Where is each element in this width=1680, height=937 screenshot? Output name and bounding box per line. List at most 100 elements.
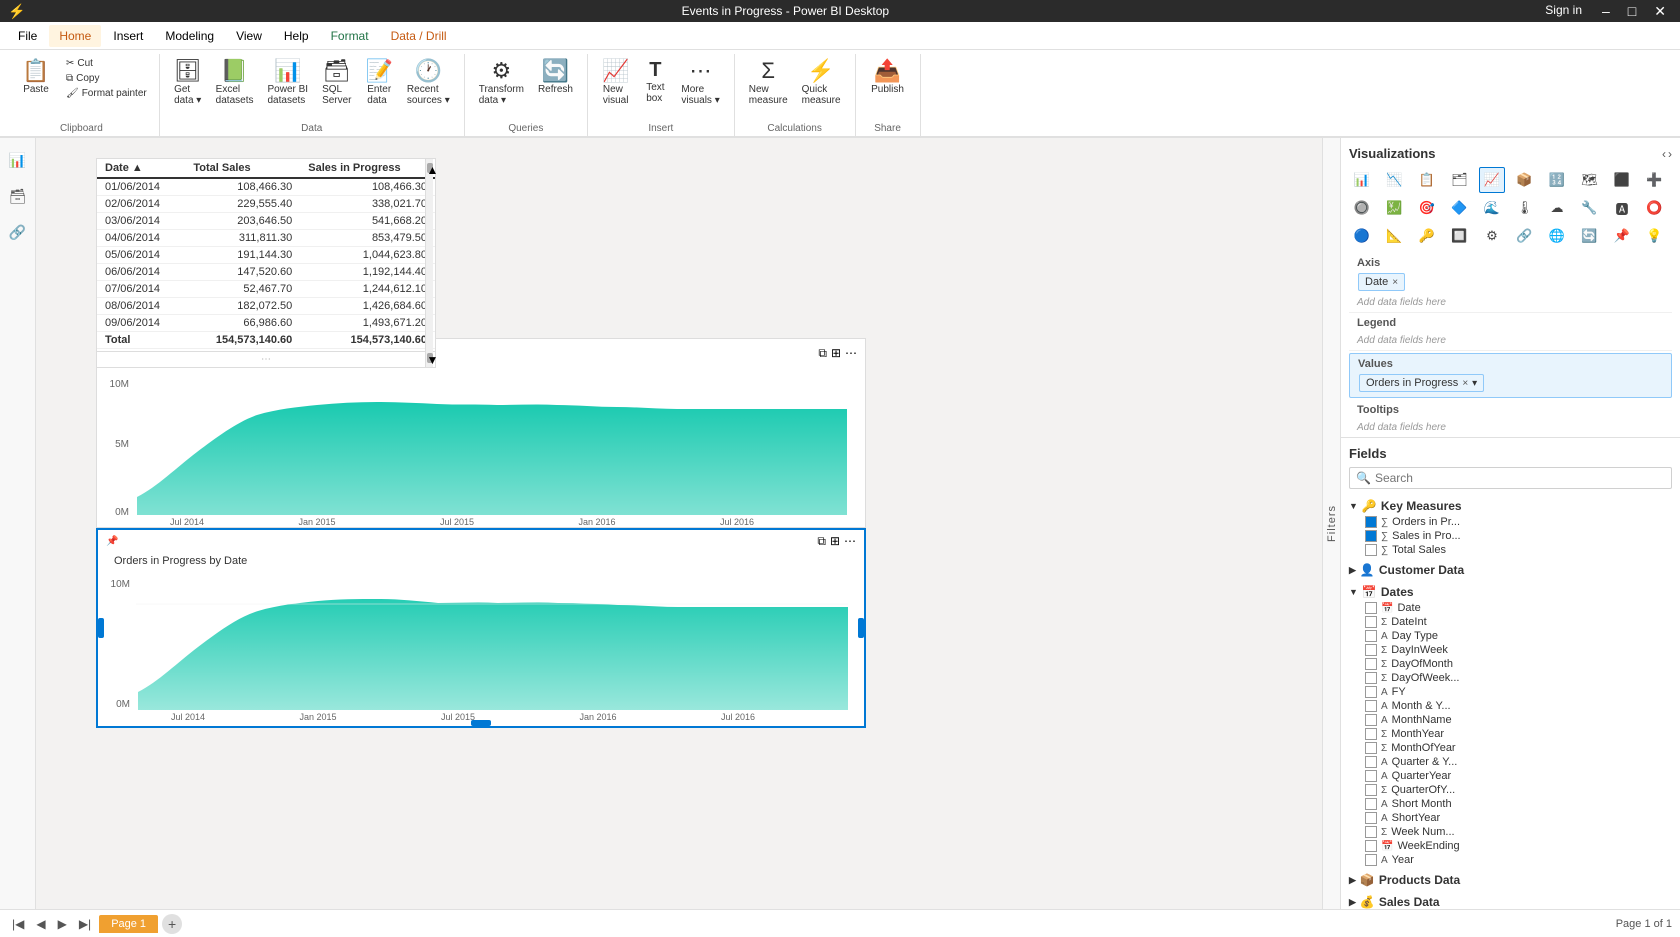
col-total-sales[interactable]: Total Sales [185,159,300,178]
fields-group-header-4[interactable]: ▶💰Sales Data [1349,893,1672,909]
page-tab-1[interactable]: Page 1 [99,915,158,933]
viz-icon-16[interactable]: ☁ [1544,195,1570,221]
viz-icon-7[interactable]: 🗺 [1577,167,1603,193]
menu-modeling[interactable]: Modeling [155,25,224,47]
field-item-2-3[interactable]: ΣDayInWeek [1349,643,1672,657]
more-visuals-button[interactable]: ⋯ Morevisuals ▾ [675,56,725,110]
field-item-2-6[interactable]: AFY [1349,685,1672,699]
viz-icon-20[interactable]: 🔵 [1349,223,1375,249]
field-checkbox-0-0[interactable] [1365,516,1377,528]
scrollbar-down[interactable]: ▼ [427,353,433,363]
copy-button[interactable]: ⧉ Copy [62,71,151,86]
viz-icon-19[interactable]: ⭕ [1642,195,1668,221]
field-item-2-12[interactable]: AQuarterYear [1349,769,1672,783]
viz-icon-24[interactable]: ⚙ [1479,223,1505,249]
field-checkbox-2-10[interactable] [1365,742,1377,754]
field-item-2-10[interactable]: ΣMonthOfYear [1349,741,1672,755]
viz-icon-11[interactable]: 💹 [1382,195,1408,221]
field-checkbox-2-15[interactable] [1365,812,1377,824]
field-item-2-1[interactable]: ΣDateInt [1349,615,1672,629]
field-item-2-14[interactable]: AShort Month [1349,797,1672,811]
menu-data-drill[interactable]: Data / Drill [381,25,457,47]
fields-group-header-3[interactable]: ▶📦Products Data [1349,871,1672,889]
viz-icon-0[interactable]: 📊 [1349,167,1375,193]
format-painter-button[interactable]: 🖌 Format painter [62,86,151,101]
sql-button[interactable]: 🗃 SQLServer [316,56,357,110]
cut-button[interactable]: ✂ Cut [62,56,151,71]
axis-date-remove[interactable]: × [1392,277,1398,288]
viz-icon-4[interactable]: 📈 [1479,167,1505,193]
field-checkbox-2-7[interactable] [1365,700,1377,712]
menu-home[interactable]: Home [49,25,101,47]
viz-icon-15[interactable]: 🌡 [1512,195,1538,221]
field-item-2-0[interactable]: 📅Date [1349,601,1672,615]
maximize-btn[interactable]: □ [1622,3,1642,20]
minimize-btn[interactable]: – [1596,3,1616,20]
chart1-more-icon[interactable]: ⋯ [845,346,857,361]
field-item-2-5[interactable]: ΣDayOfWeek... [1349,671,1672,685]
field-checkbox-2-16[interactable] [1365,826,1377,838]
col-sales-in-progress[interactable]: Sales in Progress [300,159,435,178]
chart1-focus-icon[interactable]: ⊞ [831,346,841,361]
viz-icon-23[interactable]: 🔲 [1447,223,1473,249]
publish-button[interactable]: 📤 Publish [864,56,912,99]
field-item-2-16[interactable]: ΣWeek Num... [1349,825,1672,839]
menu-help[interactable]: Help [274,25,319,47]
fields-group-header-0[interactable]: ▼🔑Key Measures [1349,497,1672,515]
viz-icon-12[interactable]: 🎯 [1414,195,1440,221]
field-checkbox-2-13[interactable] [1365,784,1377,796]
new-measure-button[interactable]: Σ Newmeasure [743,56,794,110]
field-checkbox-2-9[interactable] [1365,728,1377,740]
field-item-2-18[interactable]: AYear [1349,853,1672,867]
viz-icon-17[interactable]: 🔧 [1577,195,1603,221]
viz-icon-3[interactable]: 🗂 [1447,167,1473,193]
field-item-2-11[interactable]: AQuarter & Y... [1349,755,1672,769]
sidebar-data-icon[interactable]: 🗃 [4,182,32,210]
viz-icon-2[interactable]: 📋 [1414,167,1440,193]
chart2-focus-icon[interactable]: ⊞ [830,534,840,549]
field-item-2-17[interactable]: 📅WeekEnding [1349,839,1672,853]
transform-data-button[interactable]: ⚙ Transformdata ▾ [473,56,530,110]
field-item-2-7[interactable]: AMonth & Y... [1349,699,1672,713]
field-checkbox-0-2[interactable] [1365,544,1377,556]
viz-icon-18[interactable]: 🅰 [1609,195,1635,221]
values-dropdown[interactable]: ▾ [1472,378,1477,389]
paste-button[interactable]: 📋 Paste [12,56,60,99]
sidebar-model-icon[interactable]: 🔗 [4,218,32,246]
recent-sources-button[interactable]: 🕐 Recentsources ▾ [401,56,456,110]
powerbi-datasets-button[interactable]: 📊 Power BIdatasets [261,56,314,110]
text-box-button[interactable]: T Textbox [637,56,673,108]
field-checkbox-2-18[interactable] [1365,854,1377,866]
field-item-2-4[interactable]: ΣDayOfMonth [1349,657,1672,671]
menu-file[interactable]: File [8,25,47,47]
viz-icon-26[interactable]: 🌐 [1544,223,1570,249]
viz-icon-29[interactable]: 💡 [1642,223,1668,249]
chart2-more-icon[interactable]: ⋯ [844,534,856,549]
fields-group-header-1[interactable]: ▶👤Customer Data [1349,561,1672,579]
search-input[interactable] [1375,471,1665,485]
field-item-0-0[interactable]: ∑Orders in Pr... [1349,515,1672,529]
viz-icon-14[interactable]: 🌊 [1479,195,1505,221]
fields-group-header-2[interactable]: ▼📅Dates [1349,583,1672,601]
field-checkbox-2-11[interactable] [1365,756,1377,768]
field-checkbox-2-5[interactable] [1365,672,1377,684]
chart1-filter-icon[interactable]: ⧉ [818,346,827,361]
viz-icon-28[interactable]: 📌 [1609,223,1635,249]
viz-icon-6[interactable]: 🔢 [1544,167,1570,193]
viz-arrow-right[interactable]: › [1668,147,1672,161]
field-checkbox-2-14[interactable] [1365,798,1377,810]
resize-bottom[interactable] [471,720,491,726]
table-grab-handle[interactable]: ⋯ [97,351,435,367]
viz-icon-10[interactable]: 🔘 [1349,195,1375,221]
quick-measure-button[interactable]: ⚡ Quickmeasure [796,56,847,110]
menu-format[interactable]: Format [321,25,379,47]
values-field-pill[interactable]: Orders in Progress × ▾ [1359,374,1484,392]
page-prev[interactable]: ◀ [32,917,49,931]
sign-in-label[interactable]: Sign in [1545,3,1582,20]
field-item-2-9[interactable]: ΣMonthYear [1349,727,1672,741]
field-checkbox-2-4[interactable] [1365,658,1377,670]
excel-button[interactable]: 📗 Exceldatasets [210,56,260,110]
field-item-2-15[interactable]: AShortYear [1349,811,1672,825]
viz-icon-9[interactable]: ➕ [1642,167,1668,193]
enter-data-button[interactable]: 📝 Enterdata [360,56,399,110]
